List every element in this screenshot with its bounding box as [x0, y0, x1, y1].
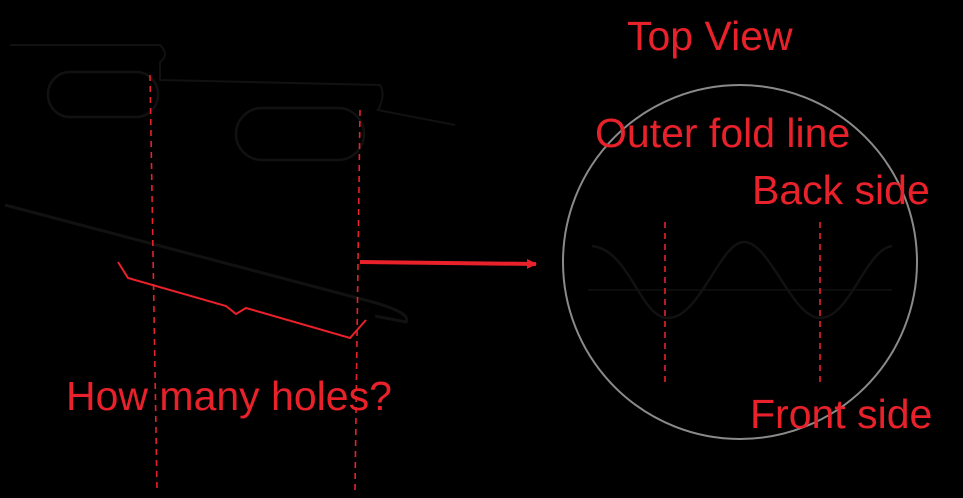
left-slot-hole — [46, 70, 160, 119]
diagram-canvas: How many holes? Top View Outer fold line… — [4, 13, 932, 491]
folded-sheet-illustration — [4, 44, 456, 324]
outer-fold-line-label: Outer fold line — [595, 110, 850, 156]
folded-profile-wave — [591, 240, 893, 320]
front-side-label: Front side — [750, 391, 932, 437]
top-view-label: Top View — [627, 13, 793, 59]
region-brace — [117, 261, 367, 340]
sheet-bottom-edge — [4, 203, 409, 324]
question-label: How many holes? — [66, 373, 392, 419]
left-fold-line — [149, 74, 158, 491]
back-side-label: Back side — [752, 167, 930, 213]
right-slot-hole — [234, 106, 366, 162]
sheet-top-edge — [10, 44, 456, 126]
arrow-to-top-view — [359, 258, 537, 269]
